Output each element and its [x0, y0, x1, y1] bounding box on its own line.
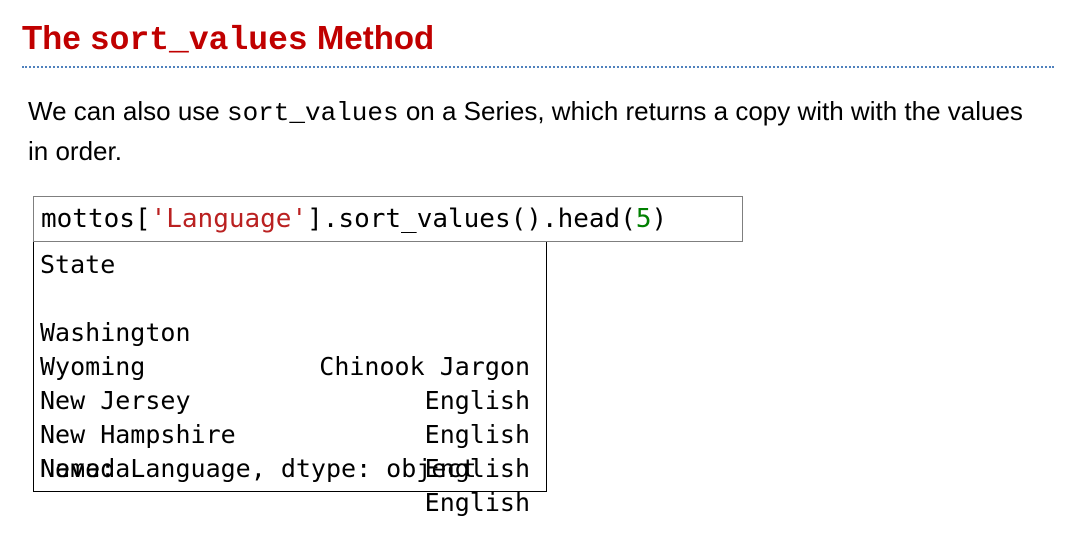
code-number-literal: 5 [635, 204, 652, 234]
title-suffix: Method [307, 19, 435, 56]
code-part-3: ) [651, 204, 668, 234]
output-row: Wyoming English [40, 316, 546, 415]
title-code: sort_values [89, 22, 308, 59]
code-input-cell: mottos['Language'].sort_values().head(5) [33, 196, 743, 242]
code-part-2: ].sort_values().head( [307, 204, 636, 234]
title-prefix: The [22, 19, 90, 56]
title-divider [22, 66, 1054, 68]
paragraph-inline-code: sort_values [226, 98, 399, 128]
slide-title: The sort_values Method [22, 16, 434, 63]
body-paragraph: We can also use sort_values on a Series,… [28, 92, 1048, 170]
output-row: New Jersey English [40, 350, 546, 449]
output-row: Nevada English [40, 418, 546, 517]
output-row-value: English [424, 488, 530, 517]
output-index-name: State [40, 250, 116, 279]
paragraph-text-before: We can also use [28, 96, 227, 126]
output-footer: Name: Language, dtype: object [40, 454, 477, 483]
output-row: Washington Chinook Jargon [40, 282, 546, 381]
code-string-literal: 'Language' [150, 204, 308, 234]
code-output-cell: State Washington Chinook Jargon Wyoming … [33, 242, 547, 517]
code-part-1: mottos[ [41, 204, 151, 234]
output-row: New Hampshire English [40, 384, 546, 483]
